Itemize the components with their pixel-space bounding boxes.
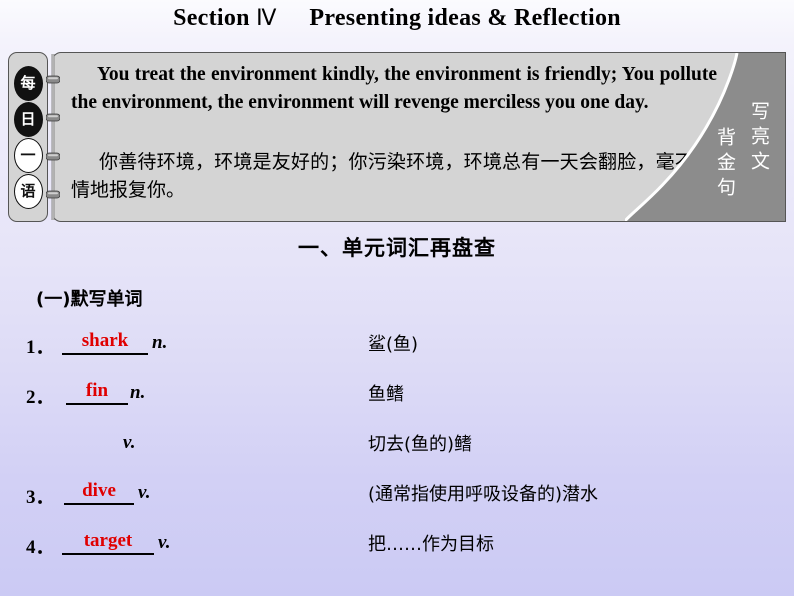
vocab-answer-blank[interactable]: dive bbox=[64, 480, 134, 505]
quote-english: You treat the environment kindly, the en… bbox=[71, 64, 717, 113]
binder-rings-icon bbox=[46, 54, 60, 220]
vocab-answer-blank[interactable]: fin bbox=[66, 380, 128, 405]
side-label-write: 写亮文 bbox=[748, 100, 770, 176]
vocab-part-of-speech: n. bbox=[152, 332, 168, 353]
quote-chinese: 你善待环境，环境是友好的；你污染环境，环境总有一天会翻脸，毫不留情地报复你。 bbox=[71, 151, 713, 201]
vocab-definition: 把……作为目标 bbox=[368, 534, 494, 555]
vocab-answer-blank[interactable]: target bbox=[62, 530, 154, 555]
vocab-number: 4． bbox=[26, 537, 55, 558]
page-title-prefix: Section bbox=[173, 5, 250, 31]
side-label-memorize: 背金句 bbox=[714, 126, 736, 202]
tab-char-2: 日 bbox=[13, 101, 43, 137]
vocab-definition: (通常指使用呼吸设备的)潜水 bbox=[368, 484, 599, 505]
vocab-number: 1． bbox=[26, 337, 55, 358]
vocab-row: 4． target v. 把……作为目标 bbox=[0, 528, 794, 578]
vocab-row: 3． dive v. (通常指使用呼吸设备的)潜水 bbox=[0, 478, 794, 528]
vocabulary-list: 1． shark n. 鲨(鱼) 2． fin n. 鱼鳍 v. 切去(鱼的)鳍… bbox=[0, 328, 794, 578]
page-title-numeral: Ⅳ bbox=[256, 6, 277, 31]
vocab-number: 3． bbox=[26, 487, 55, 508]
vocab-part-of-speech: v. bbox=[138, 482, 151, 503]
sub-heading: (一)默写单词 bbox=[36, 289, 143, 310]
vocab-part-of-speech: v. bbox=[158, 532, 171, 553]
vocab-part-of-speech: v. bbox=[123, 432, 136, 453]
tab-char-1: 每 bbox=[13, 65, 43, 101]
vocab-answer-blank[interactable]: shark bbox=[62, 330, 148, 355]
vocab-row: v. 切去(鱼的)鳍 bbox=[0, 428, 794, 478]
vocab-definition: 切去(鱼的)鳍 bbox=[368, 434, 473, 455]
tab-char-4: 语 bbox=[13, 173, 43, 209]
section-heading: 一、单元词汇再盘查 bbox=[298, 236, 496, 260]
vocab-number: 2． bbox=[26, 387, 55, 408]
vocab-definition: 鲨(鱼) bbox=[368, 334, 419, 355]
vocab-part-of-speech: n. bbox=[130, 382, 146, 403]
quote-panel: You treat the environment kindly, the en… bbox=[52, 52, 786, 222]
vocab-row: 2． fin n. 鱼鳍 bbox=[0, 378, 794, 428]
page-title-rest: Presenting ideas & Reflection bbox=[309, 5, 621, 31]
daily-quote-note: You treat the environment kindly, the en… bbox=[8, 52, 786, 222]
page-title: Section Ⅳ Presenting ideas & Reflection bbox=[0, 5, 794, 32]
note-tab: 每 日 一 语 bbox=[8, 52, 48, 222]
vocab-definition: 鱼鳍 bbox=[368, 384, 404, 405]
tab-char-3: 一 bbox=[13, 137, 43, 173]
vocab-row: 1． shark n. 鲨(鱼) bbox=[0, 328, 794, 378]
